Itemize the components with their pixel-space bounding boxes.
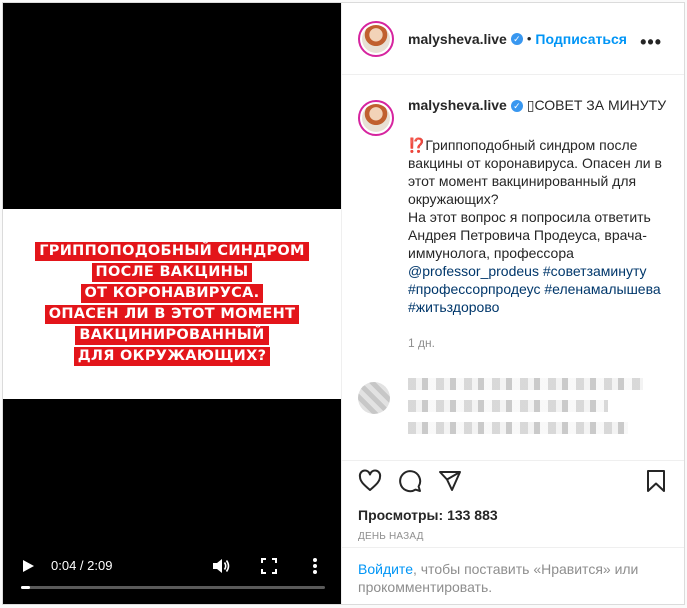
avatar[interactable] [358, 100, 394, 136]
caption: malysheva.live ✓ ▯СОВЕТ ЗА МИНУТУ ⁉️Грипп… [358, 96, 668, 352]
verified-icon: ✓ [510, 100, 523, 113]
banner-line: ДЛЯ ОКРУЖАЮЩИХ? [73, 347, 271, 366]
caption-username[interactable]: malysheva.live [408, 97, 507, 113]
volume-icon[interactable] [212, 558, 230, 574]
bookmark-icon[interactable] [644, 469, 668, 493]
caption-body: ⁉️Гриппоподобный синдром после вакцины о… [408, 136, 668, 316]
separator-dot: • [526, 31, 532, 46]
header-username[interactable]: malysheva.live [408, 31, 507, 47]
avatar[interactable] [358, 20, 394, 57]
login-prompt: Войдите, чтобы поставить «Нравится» или … [342, 547, 684, 608]
more-vertical-icon[interactable] [312, 557, 318, 575]
caption-text: ⁉️Гриппоподобный синдром после вакцины о… [408, 137, 662, 261]
video-controls: 0:04 / 2:09 [3, 544, 341, 604]
comments-area[interactable]: malysheva.live ✓ ▯СОВЕТ ЗА МИНУТУ ⁉️Грипп… [342, 76, 684, 460]
caption-title: ▯СОВЕТ ЗА МИНУТУ [522, 97, 667, 113]
blurred-avatar [358, 382, 390, 414]
views-label: Просмотры: [358, 507, 444, 523]
views-count: Просмотры: 133 883 [358, 507, 668, 523]
caption-header: malysheva.live ✓ ▯СОВЕТ ЗА МИНУТУ [408, 96, 668, 114]
mention-link[interactable]: @professor_prodeus [408, 263, 539, 279]
banner-line: ВАКЦИНИРОВАННЫЙ [75, 326, 269, 345]
banner-line: ОПАСЕН ЛИ В ЭТОТ МОМЕНТ [44, 305, 300, 324]
video-banner: ГРИППОПОДОБНЫЙ СИНДРОМ ПОСЛЕ ВАКЦИНЫ ОТ … [35, 242, 309, 366]
post: ГРИППОПОДОБНЫЙ СИНДРОМ ПОСЛЕ ВАКЦИНЫ ОТ … [2, 2, 685, 605]
follow-button[interactable]: Подписаться [535, 31, 627, 47]
verified-icon: ✓ [510, 32, 523, 45]
banner-line: ГРИППОПОДОБНЫЙ СИНДРОМ [35, 242, 309, 261]
more-options-icon[interactable]: ••• [640, 32, 662, 53]
share-icon[interactable] [438, 469, 462, 493]
post-side-panel: malysheva.live ✓ • Подписаться ••• malys… [341, 3, 684, 604]
play-icon[interactable] [21, 559, 35, 573]
comment-icon[interactable] [398, 469, 422, 493]
banner-line: ОТ КОРОНАВИРУСА. [80, 284, 264, 303]
video-progress-fill [21, 586, 31, 589]
post-date[interactable]: День назад [358, 531, 668, 542]
video-frame: ГРИППОПОДОБНЫЙ СИНДРОМ ПОСЛЕ ВАКЦИНЫ ОТ … [3, 209, 341, 399]
heart-icon[interactable] [358, 469, 382, 493]
banner-line: ПОСЛЕ ВАКЦИНЫ [91, 263, 253, 282]
login-link[interactable]: Войдите [358, 561, 413, 577]
fullscreen-icon[interactable] [261, 558, 277, 574]
blurred-comment [358, 378, 668, 444]
video-progress-bar[interactable] [21, 586, 325, 589]
caption-age[interactable]: 1 дн. [408, 334, 668, 352]
video-time: 0:04 / 2:09 [51, 558, 113, 573]
action-icons [358, 461, 668, 501]
post-header: malysheva.live ✓ • Подписаться ••• [342, 3, 684, 75]
blurred-comment-text [408, 378, 668, 444]
video-player[interactable]: ГРИППОПОДОБНЫЙ СИНДРОМ ПОСЛЕ ВАКЦИНЫ ОТ … [3, 3, 341, 604]
views-value: 133 883 [447, 507, 498, 523]
